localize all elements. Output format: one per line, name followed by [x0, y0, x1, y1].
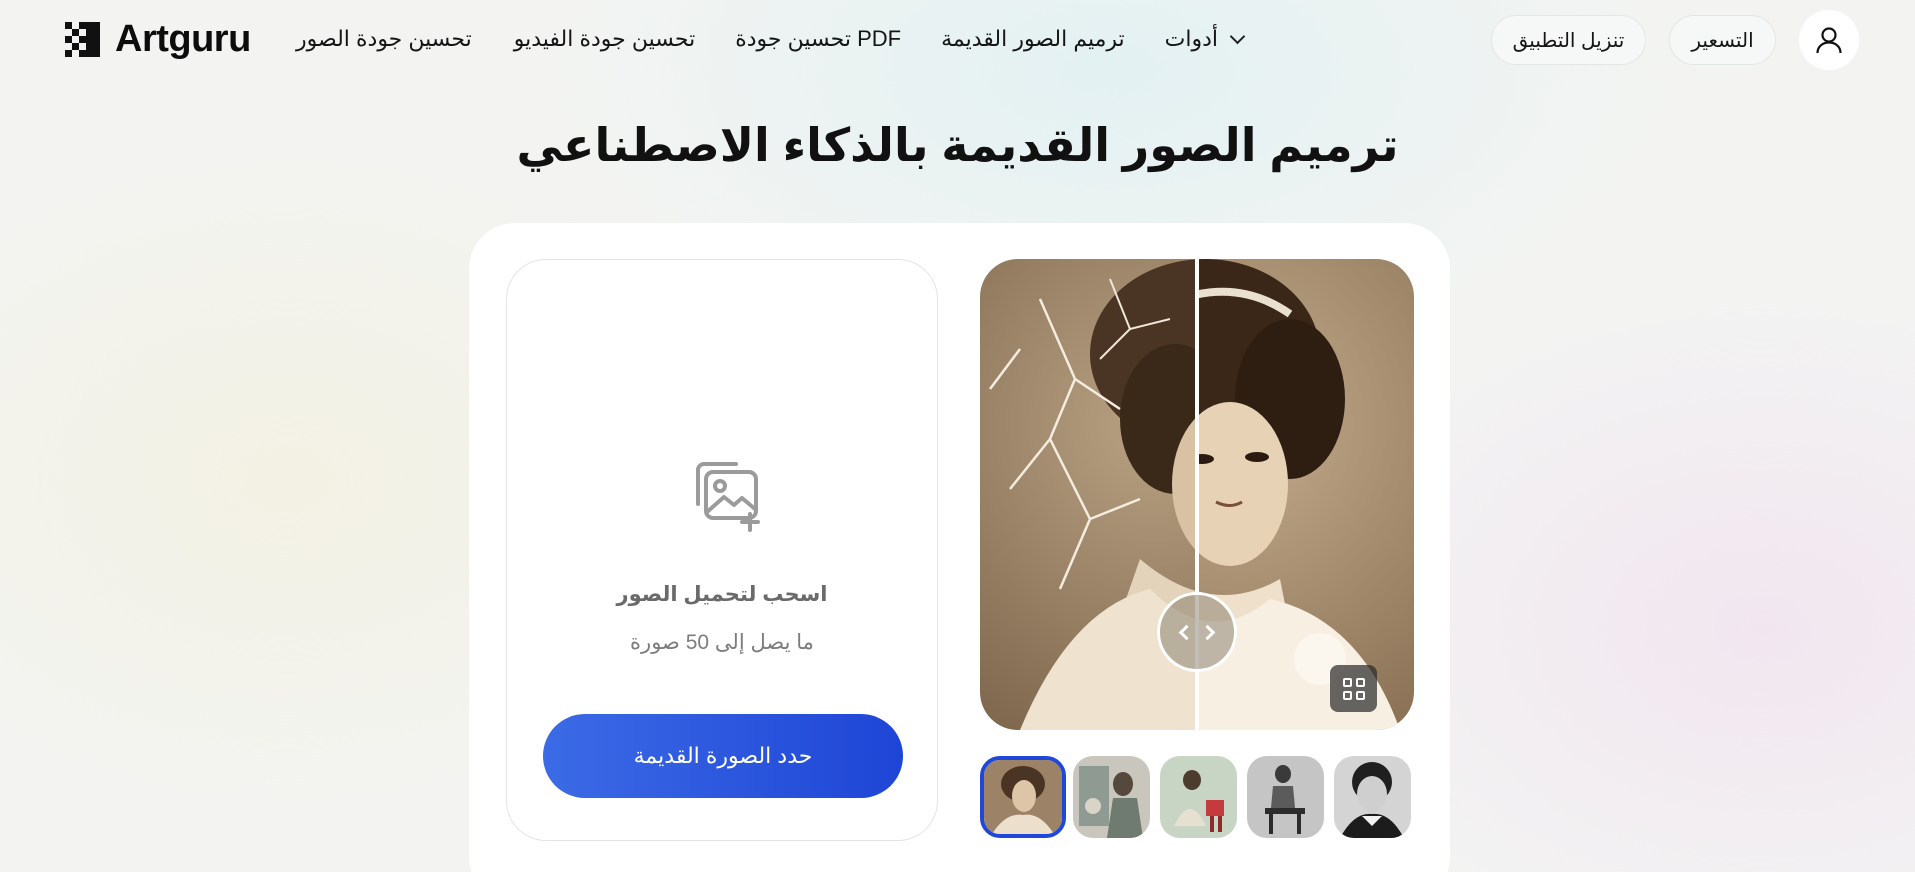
chevron-down-icon [1229, 28, 1246, 44]
upload-title: اسحب لتحميل الصور [616, 583, 828, 606]
nav-image-enhancer[interactable]: تحسين جودة الصور [296, 26, 472, 52]
thumbnail-4[interactable] [1247, 756, 1324, 838]
main-nav: تحسين جودة الصور تحسين جودة الفيديو تحسي… [296, 22, 1246, 56]
nav-video-enhancer[interactable]: تحسين جودة الفيديو [514, 26, 695, 52]
upload-limit-text: ما يصل إلى 50 صورة [630, 631, 814, 654]
nav-photo-restoration[interactable]: ترميم الصور القديمة [941, 26, 1125, 52]
nav-tools-label: أدوات [1164, 26, 1218, 51]
user-icon [1816, 27, 1842, 54]
thumbnail-1[interactable] [980, 756, 1066, 838]
account-button[interactable] [1799, 10, 1859, 70]
select-old-photo-button[interactable]: حدد الصورة القديمة [543, 714, 903, 798]
page-title: ترميم الصور القديمة بالذكاء الاصطناعي [516, 119, 1399, 171]
logo-text: Artguru [115, 17, 251, 60]
image-add-icon [696, 462, 760, 532]
chevron-right-icon [1199, 624, 1216, 640]
thumbnail-3[interactable] [1160, 756, 1237, 838]
grid-icon[interactable] [1330, 665, 1377, 712]
artguru-logo[interactable]: Artguru [65, 17, 251, 60]
before-after-viewer[interactable] [980, 259, 1414, 730]
upload-dropzone[interactable]: اسحب لتحميل الصور ما يصل إلى 50 صورة حدد… [506, 259, 938, 841]
nav-tools-dropdown[interactable]: أدوات [1164, 26, 1246, 52]
logo-mark-icon [65, 20, 107, 58]
download-app-button[interactable]: تنزيل التطبيق [1491, 15, 1646, 65]
compare-arrows-icon [1178, 624, 1195, 640]
sample-thumbnails [980, 756, 1414, 838]
thumbnail-2[interactable] [1073, 756, 1150, 838]
nav-pdf-enhancer[interactable]: تحسين جودة PDF [735, 26, 901, 52]
thumbnail-5[interactable] [1334, 756, 1411, 838]
pricing-button[interactable]: التسعير [1669, 15, 1776, 65]
compare-handle[interactable] [1157, 592, 1237, 672]
site-header: Artguru تحسين جودة الصور تحسين جودة الفي… [0, 0, 1915, 78]
